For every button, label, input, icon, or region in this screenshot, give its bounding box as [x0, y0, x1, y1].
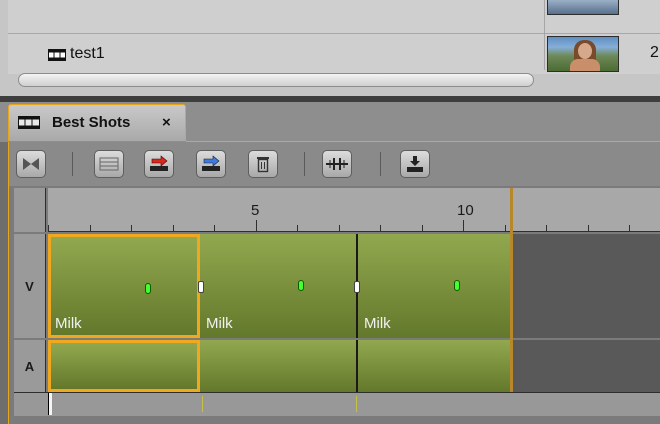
ruler-tick: [629, 225, 630, 231]
extract-button[interactable]: [196, 150, 226, 178]
tab-label: Best Shots: [52, 114, 131, 131]
ruler-label: 10: [457, 202, 474, 219]
ruler-tick: [339, 225, 340, 231]
audio-clip[interactable]: [200, 340, 358, 392]
ruler-tick: [131, 225, 132, 231]
clip-thumbnail-previous[interactable]: [547, 0, 619, 15]
edit-point-indicator: [202, 396, 203, 412]
column-separator[interactable]: [544, 0, 545, 70]
horizontal-scrollbar[interactable]: [18, 73, 534, 87]
clip-label: Milk: [55, 315, 82, 332]
ruler-header: [14, 188, 46, 232]
export-icon: [407, 156, 423, 172]
track-label: V: [25, 278, 34, 294]
lift-icon: [150, 155, 168, 171]
ruler-tick: [214, 225, 215, 231]
clip-label: Milk: [364, 315, 391, 332]
close-icon[interactable]: ×: [162, 114, 171, 131]
sequence-icon: [48, 49, 66, 61]
add-edit-button[interactable]: [322, 150, 352, 178]
timecode-ruler[interactable]: [48, 188, 660, 232]
extract-icon: [202, 155, 220, 171]
video-clip[interactable]: Milk: [48, 234, 200, 338]
ruler-tick: [380, 225, 381, 231]
trash-icon: [257, 157, 269, 173]
clip-thumbnail[interactable]: [547, 36, 619, 72]
ruler-tick: [422, 225, 423, 231]
trim-button[interactable]: [94, 150, 124, 178]
edit-handle[interactable]: [198, 281, 204, 293]
track-label: A: [24, 358, 35, 374]
delete-button[interactable]: [248, 150, 278, 178]
playhead[interactable]: [48, 393, 52, 415]
ruler-tick: [90, 225, 91, 231]
ruler-tick: [297, 225, 298, 231]
lift-button[interactable]: [144, 150, 174, 178]
ruler-tick: [546, 225, 547, 231]
toolbar-separator: [72, 152, 73, 176]
ruler-tick: [48, 225, 49, 231]
toggle-source-record-button[interactable]: [16, 150, 46, 178]
toggle-source-record-icon: [23, 158, 39, 170]
clip-marker[interactable]: [454, 280, 460, 291]
export-button[interactable]: [400, 150, 430, 178]
clip-label: Milk: [206, 315, 233, 332]
edit-point-indicator: [356, 396, 357, 412]
track-header-a[interactable]: A: [14, 340, 46, 392]
track-header-v[interactable]: V: [14, 234, 46, 338]
video-clip[interactable]: Milk: [358, 234, 512, 338]
column-value: 2: [650, 44, 659, 61]
video-clip[interactable]: Milk: [200, 234, 358, 338]
toolbar-separator: [380, 152, 381, 176]
timeline-scroll-bar[interactable]: [14, 392, 660, 416]
ruler-tick: [173, 225, 174, 231]
trim-icon: [99, 157, 119, 171]
edit-handle[interactable]: [354, 281, 360, 293]
clip-marker[interactable]: [298, 280, 304, 291]
ruler-major-tick: [256, 220, 257, 231]
ruler-major-tick: [463, 220, 464, 231]
sequence-icon: [18, 116, 40, 129]
clip-name[interactable]: test1: [70, 45, 105, 63]
sequence-end-marker: [510, 188, 513, 416]
clip-marker[interactable]: [145, 283, 151, 294]
audio-clip[interactable]: [358, 340, 512, 392]
ruler-tick: [505, 225, 506, 231]
add-edit-icon: [326, 158, 348, 170]
audio-clip[interactable]: [48, 340, 200, 392]
ruler-tick: [588, 225, 589, 231]
ruler-label: 5: [251, 202, 260, 219]
toolbar-separator: [304, 152, 305, 176]
